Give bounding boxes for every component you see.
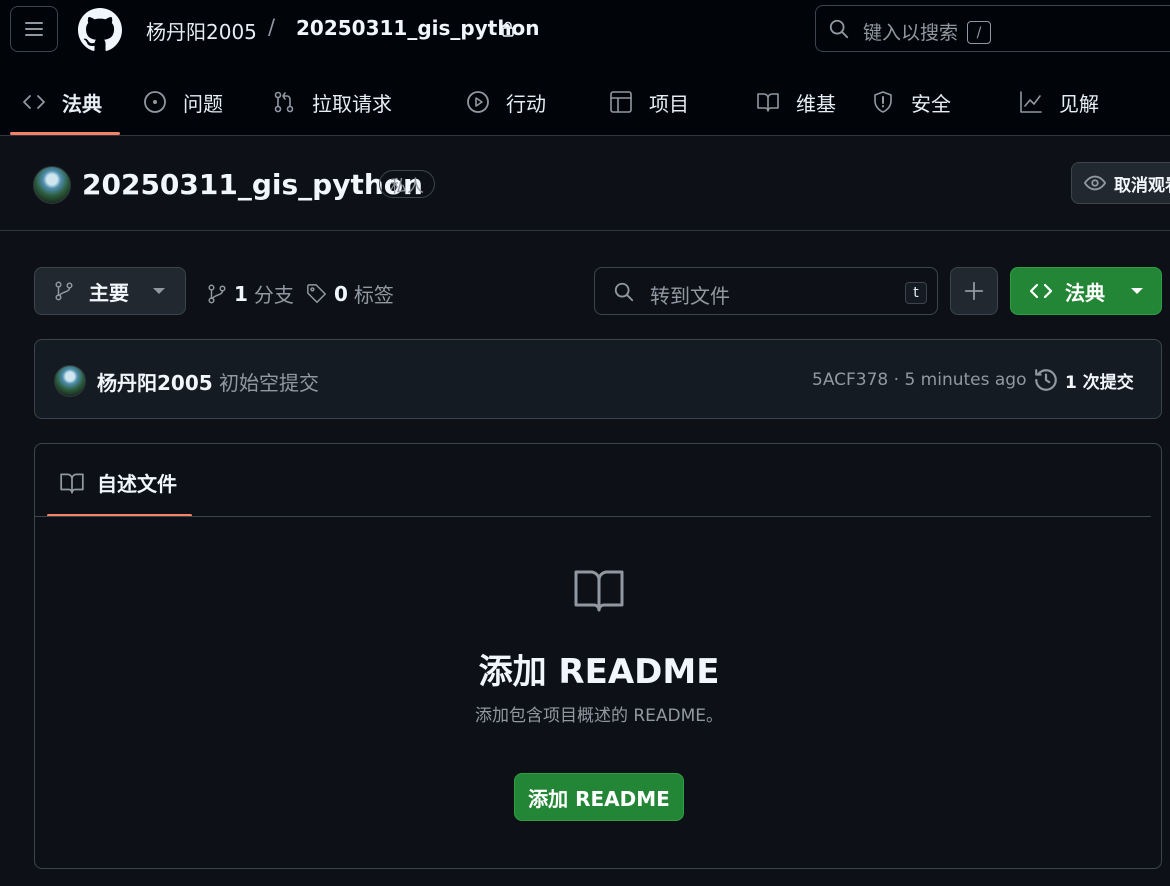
search-placeholder: 键入以搜索: [863, 22, 959, 44]
code-icon: [1029, 283, 1053, 299]
code-button-label: 法典: [1065, 280, 1105, 305]
tab-label: 法典: [62, 91, 102, 116]
search-icon: [829, 19, 849, 39]
hamburger-icon: [25, 22, 43, 36]
chevron-down-icon: [1131, 288, 1143, 294]
commit-sha-time[interactable]: 5ACF378 · 5 minutes ago: [812, 370, 1027, 390]
unwatch-button[interactable]: 取消观看: [1071, 162, 1170, 204]
menu-button[interactable]: [10, 6, 58, 52]
branches-label: 分支: [253, 283, 294, 307]
commit-count-label: 1 次提交: [1065, 372, 1134, 393]
global-header: 杨丹阳2005 / 20250311_gis_python 键入以搜索 / 法典…: [0, 0, 1170, 136]
branch-name: 主要: [89, 280, 129, 305]
tags-link[interactable]: 0 标签: [306, 279, 394, 308]
tab-label: 维基: [796, 91, 836, 116]
add-readme-button[interactable]: 添加 README: [514, 773, 684, 821]
repo-title-row: 20250311_gis_python 私人 取消观看: [0, 137, 1170, 231]
search-shortcut-key: /: [967, 21, 991, 44]
commit-message[interactable]: 初始空提交: [219, 367, 319, 396]
tab-label: 问题: [183, 91, 223, 116]
book-icon: [60, 472, 84, 494]
branch-select-button[interactable]: 主要: [34, 267, 186, 315]
eye-icon: [1084, 175, 1106, 191]
plus-icon: [964, 281, 984, 301]
tab-readme[interactable]: 自述文件: [59, 468, 177, 497]
shield-icon: [874, 91, 892, 113]
tab-security[interactable]: 安全: [871, 86, 951, 118]
play-icon: [467, 91, 489, 113]
branch-icon: [208, 284, 226, 303]
branch-icon: [55, 281, 73, 301]
tab-label: 拉取请求: [312, 91, 392, 116]
code-button[interactable]: 法典: [1010, 267, 1162, 315]
branches-link[interactable]: 1 分支: [206, 279, 294, 308]
tab-label: 见解: [1059, 91, 1099, 116]
avatar[interactable]: [33, 166, 71, 204]
file-search-input[interactable]: 转到文件 t: [594, 267, 938, 315]
lock-icon: [502, 21, 514, 37]
tab-code[interactable]: 法典: [22, 86, 102, 118]
pull-request-icon: [274, 91, 294, 113]
history-icon: [1035, 369, 1057, 391]
readme-tab-label: 自述文件: [97, 472, 177, 496]
file-search-shortcut-key: t: [905, 282, 927, 304]
tags-label: 标签: [353, 283, 394, 307]
github-logo-icon[interactable]: [78, 8, 122, 52]
unwatch-label: 取消观看: [1114, 175, 1170, 196]
tab-wiki[interactable]: 维基: [756, 86, 836, 118]
tab-label: 安全: [911, 91, 951, 116]
book-icon: [757, 93, 779, 112]
tab-pull-requests[interactable]: 拉取请求: [272, 86, 392, 118]
commit-history-link[interactable]: 1 次提交: [1033, 367, 1134, 393]
tab-label: 项目: [649, 91, 689, 116]
file-search-placeholder: 转到文件: [650, 284, 730, 308]
search-icon: [614, 282, 634, 302]
readme-subtitle: 添加包含项目概述的 README。: [474, 706, 724, 726]
commit-author[interactable]: 杨丹阳2005: [97, 367, 213, 396]
active-tab-indicator: [10, 132, 120, 135]
breadcrumb-owner[interactable]: 杨丹阳2005: [146, 16, 257, 45]
readme-heading: 添加 README: [478, 652, 720, 692]
branches-count: 1: [234, 281, 248, 306]
tab-insights[interactable]: 见解: [1019, 86, 1099, 118]
tab-actions[interactable]: 行动: [466, 86, 546, 118]
page-title[interactable]: 20250311_gis_python: [82, 168, 423, 201]
code-icon: [23, 95, 45, 109]
breadcrumb-separator: /: [268, 15, 276, 39]
chevron-down-icon: [153, 288, 165, 294]
add-file-button[interactable]: [950, 267, 998, 315]
visibility-badge: 私人: [379, 170, 435, 198]
avatar[interactable]: [54, 365, 86, 397]
readme-panel: 自述文件 添加 README 添加包含项目概述的 README。 添加 READ…: [34, 443, 1162, 869]
tags-count: 0: [334, 281, 348, 306]
global-search-input[interactable]: 键入以搜索 /: [815, 5, 1170, 52]
table-icon: [610, 91, 632, 113]
tag-icon: [307, 283, 326, 303]
tab-issues[interactable]: 问题: [143, 86, 223, 118]
divider: [35, 516, 1151, 517]
tab-label: 行动: [506, 91, 546, 116]
issue-icon: [144, 91, 166, 113]
tab-projects[interactable]: 项目: [609, 86, 689, 118]
latest-commit-box: 杨丹阳2005 初始空提交 5ACF378 · 5 minutes ago 1 …: [34, 339, 1162, 419]
book-icon: [574, 570, 624, 612]
graph-icon: [1020, 91, 1042, 113]
